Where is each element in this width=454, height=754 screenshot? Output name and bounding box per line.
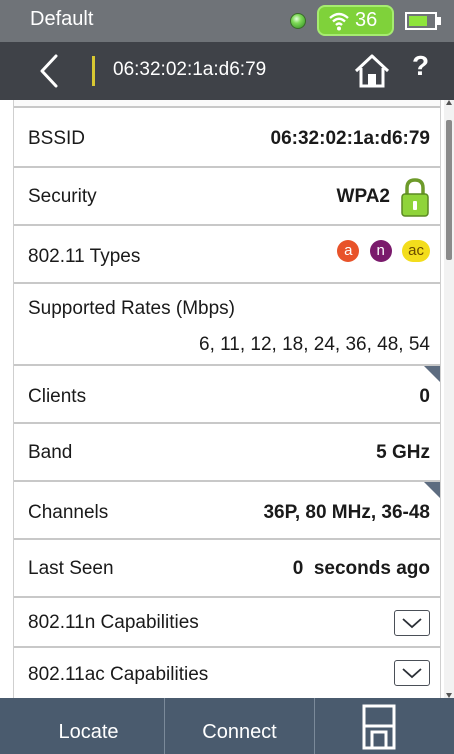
band-row: Band 5 GHz xyxy=(14,424,440,482)
page-title: 06:32:02:1a:d6:79 xyxy=(113,59,267,80)
chevron-down-icon xyxy=(402,618,422,629)
last-seen-label: Last Seen xyxy=(28,558,114,579)
wifi-signal-value: 36 xyxy=(355,9,378,31)
types-badges: a n ac xyxy=(331,240,430,264)
wifi-signal-badge: 36 xyxy=(317,5,394,36)
ac-capabilities-expand-button[interactable] xyxy=(394,660,430,686)
battery-tip xyxy=(437,17,441,25)
ac-capabilities-label: 802.11ac Capabilities xyxy=(28,664,209,685)
n-capabilities-row[interactable]: 802.11n Capabilities xyxy=(14,598,440,648)
home-icon xyxy=(354,54,390,88)
list-top-edge xyxy=(14,100,440,108)
security-value: WPA2 xyxy=(336,186,390,207)
rates-label: Supported Rates (Mbps) xyxy=(28,298,235,319)
types-row: 802.11 Types a n ac xyxy=(14,226,440,284)
last-seen-value: 0 seconds ago xyxy=(292,558,430,579)
type-a-badge: a xyxy=(337,240,360,262)
save-icon xyxy=(362,704,396,750)
rates-row: Supported Rates (Mbps) 6, 11, 12, 18, 24… xyxy=(14,284,440,366)
activity-indicator-icon xyxy=(290,13,306,29)
back-button[interactable] xyxy=(30,50,70,92)
type-n-badge: n xyxy=(369,240,392,262)
help-button[interactable]: ? xyxy=(412,50,429,82)
channels-value: 36P, 80 MHz, 36-48 xyxy=(263,502,430,523)
battery-level xyxy=(409,16,427,26)
connect-button[interactable]: Connect xyxy=(165,698,315,754)
clients-value: 0 xyxy=(419,386,430,407)
nav-divider xyxy=(92,56,95,86)
profile-title: Default xyxy=(30,8,94,30)
last-seen-row: Last Seen 0 seconds ago xyxy=(14,540,440,598)
bssid-value: 06:32:02:1a:d6:79 xyxy=(270,128,430,149)
battery-icon xyxy=(405,12,437,30)
drilldown-corner-icon xyxy=(424,482,440,500)
scroll-thumb[interactable] xyxy=(446,120,452,260)
clients-row[interactable]: Clients 0 xyxy=(14,366,440,424)
chevron-down-icon xyxy=(402,668,422,679)
nav-bar: 06:32:02:1a:d6:79 ? xyxy=(0,42,454,100)
details-list[interactable]: BSSID 06:32:02:1a:d6:79 Security WPA2 80… xyxy=(13,100,441,698)
chevron-left-icon xyxy=(40,54,58,88)
security-label: Security xyxy=(28,186,97,207)
bottom-toolbar: Locate Connect xyxy=(0,698,454,754)
scrollbar[interactable] xyxy=(444,100,454,698)
type-ac-badge: ac xyxy=(402,240,430,262)
n-capabilities-label: 802.11n Capabilities xyxy=(28,612,199,633)
rates-value: 6, 11, 12, 18, 24, 36, 48, 54 xyxy=(199,334,430,355)
clients-label: Clients xyxy=(28,386,87,407)
band-label: Band xyxy=(28,442,73,463)
n-capabilities-expand-button[interactable] xyxy=(394,610,430,636)
channels-row[interactable]: Channels 36P, 80 MHz, 36-48 xyxy=(14,482,440,540)
types-label: 802.11 Types xyxy=(28,246,141,267)
status-bar: Default 36 xyxy=(0,0,454,42)
save-button[interactable] xyxy=(315,698,441,754)
lock-icon xyxy=(401,178,429,217)
home-button[interactable] xyxy=(352,52,392,90)
band-value: 5 GHz xyxy=(376,442,430,463)
bssid-row: BSSID 06:32:02:1a:d6:79 xyxy=(14,110,440,168)
drilldown-corner-icon xyxy=(424,366,440,384)
bssid-label: BSSID xyxy=(28,128,86,149)
locate-button[interactable]: Locate xyxy=(13,698,165,754)
scroll-up-icon[interactable] xyxy=(446,100,452,105)
channels-label: Channels xyxy=(28,502,109,523)
wifi-icon xyxy=(329,12,349,31)
security-row: Security WPA2 xyxy=(14,168,440,226)
ac-capabilities-row[interactable]: 802.11ac Capabilities xyxy=(14,648,440,698)
